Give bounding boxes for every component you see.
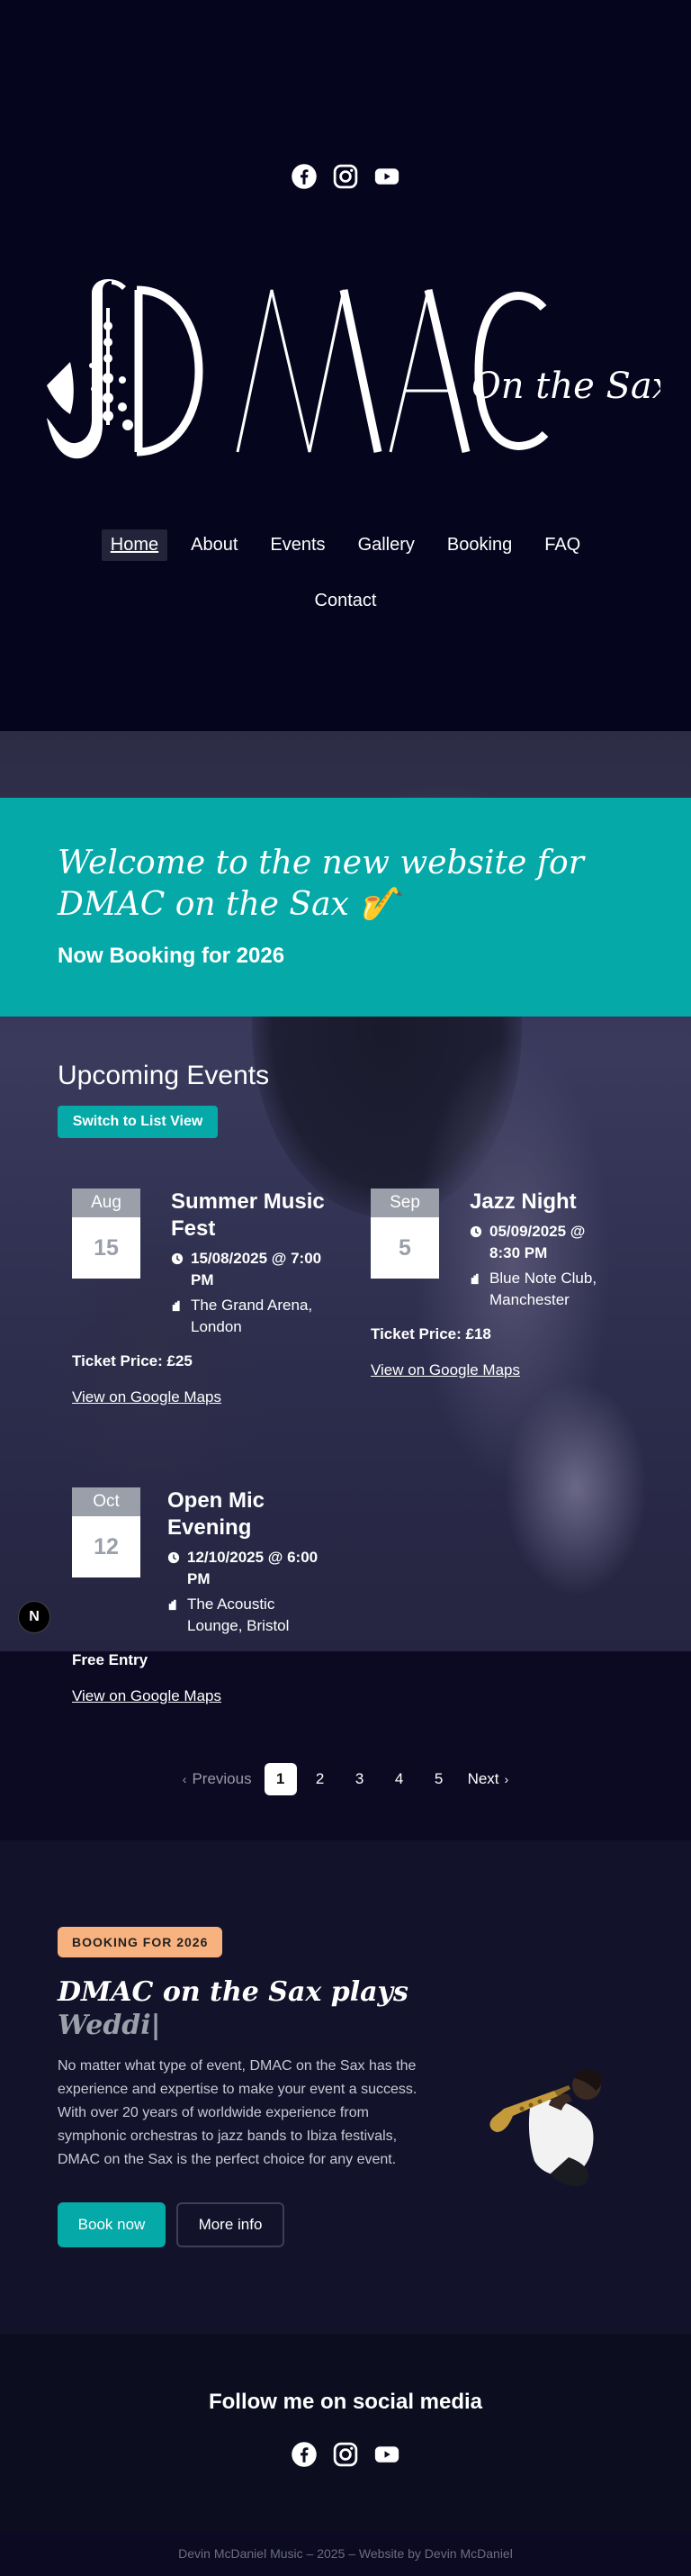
copyright-footer: Devin McDaniel Music – 2025 – Website by…	[0, 2532, 691, 2576]
footer-social-section: Follow me on social media	[0, 2334, 691, 2532]
saxophone-player-image	[489, 2068, 602, 2187]
event-day: 15	[94, 1235, 119, 1261]
google-maps-link[interactable]: View on Google Maps	[371, 1361, 520, 1379]
events-pagination: ‹ Previous 1 2 3 4 5 Next ›	[0, 1763, 691, 1795]
next-label: Next	[467, 1770, 499, 1787]
event-datetime: 12/10/2025 @ 6:00 PM	[187, 1549, 319, 1587]
header-social-links	[0, 162, 691, 191]
event-datetime-row: 05/09/2025 @ 8:30 PM	[470, 1221, 614, 1264]
events-heading: Upcoming Events	[58, 1061, 270, 1090]
event-month: Oct	[72, 1487, 140, 1516]
event-venue-row: The Acoustic Lounge, Bristol	[167, 1594, 329, 1637]
clock-icon	[470, 1225, 482, 1238]
event-venue: The Acoustic Lounge, Bristol	[187, 1595, 290, 1634]
pagination-previous[interactable]: ‹ Previous	[177, 1763, 257, 1795]
clock-icon	[171, 1252, 184, 1265]
youtube-icon[interactable]	[372, 162, 401, 191]
pagination-page-3[interactable]: 3	[344, 1763, 376, 1795]
event-date-box: Aug 15	[72, 1189, 140, 1279]
previous-label: Previous	[192, 1770, 252, 1787]
event-title: Open Mic Evening	[167, 1488, 265, 1540]
booking-description: No matter what type of event, DMAC on th…	[58, 2058, 417, 2167]
event-datetime-row: 15/08/2025 @ 7:00 PM	[171, 1248, 333, 1291]
pagination-page-1[interactable]: 1	[264, 1763, 297, 1795]
chevron-right-icon: ›	[504, 1772, 509, 1786]
event-datetime: 15/08/2025 @ 7:00 PM	[191, 1250, 322, 1288]
nav-about[interactable]: About	[182, 529, 247, 561]
google-maps-link[interactable]: View on Google Maps	[72, 1687, 221, 1705]
footer-social-links	[0, 2440, 691, 2469]
event-card: Sep 5 Jazz Night 05/09/2025 @ 8:30 PM Bl…	[371, 1189, 641, 1387]
clock-icon	[167, 1551, 180, 1564]
building-icon	[168, 1599, 176, 1611]
pagination-page-5[interactable]: 5	[423, 1763, 455, 1795]
booking-badge: BOOKING FOR 2026	[58, 1927, 223, 1957]
pagination-page-4[interactable]: 4	[383, 1763, 416, 1795]
nav-gallery[interactable]: Gallery	[349, 529, 424, 561]
nav-contact[interactable]: Contact	[306, 585, 386, 617]
more-info-button[interactable]: More info	[176, 2202, 284, 2247]
follow-heading: Follow me on social media	[208, 2390, 483, 2414]
event-venue-row: The Grand Arena, London	[171, 1295, 333, 1338]
event-day: 5	[399, 1235, 411, 1261]
booking-section: BOOKING FOR 2026 DMAC on the Sax plays W…	[0, 1840, 691, 2334]
event-card: Oct 12 Open Mic Evening 12/10/2025 @ 6:0…	[72, 1487, 342, 1713]
site-header: On the Sax Home About Events Gallery Boo…	[0, 0, 691, 731]
instagram-icon[interactable]	[331, 2440, 360, 2469]
event-date-box: Sep 5	[371, 1189, 439, 1279]
event-card: Aug 15 Summer Music Fest 15/08/2025 @ 7:…	[72, 1189, 342, 1414]
welcome-title: Welcome to the new website for DMAC on t…	[58, 845, 584, 923]
event-datetime: 05/09/2025 @ 8:30 PM	[489, 1223, 586, 1261]
event-venue: Blue Note Club, Manchester	[489, 1270, 597, 1308]
event-date-box: Oct 12	[72, 1487, 140, 1577]
welcome-banner: Welcome to the new website for DMAC on t…	[0, 798, 691, 1017]
instagram-icon[interactable]	[331, 162, 360, 191]
floating-n-badge[interactable]: N	[18, 1601, 50, 1633]
event-title: Jazz Night	[470, 1189, 577, 1214]
facebook-icon[interactable]	[290, 2440, 319, 2469]
event-datetime-row: 12/10/2025 @ 6:00 PM	[167, 1547, 329, 1590]
youtube-icon[interactable]	[372, 2440, 401, 2469]
dmac-logo[interactable]: On the Sax	[40, 272, 660, 479]
nav-events[interactable]: Events	[261, 529, 334, 561]
booking-heading: DMAC on the Sax plays	[58, 1976, 408, 2008]
nav-booking[interactable]: Booking	[438, 529, 521, 561]
pagination-next[interactable]: Next ›	[462, 1763, 515, 1795]
event-title: Summer Music Fest	[171, 1189, 325, 1241]
event-venue-row: Blue Note Club, Manchester	[470, 1268, 614, 1311]
pagination-page-2[interactable]: 2	[304, 1763, 337, 1795]
event-day: 12	[94, 1534, 119, 1559]
google-maps-link[interactable]: View on Google Maps	[72, 1388, 221, 1406]
main-nav: Home About Events Gallery Booking FAQ	[0, 529, 691, 561]
building-icon	[172, 1300, 180, 1312]
nav-home[interactable]: Home	[101, 529, 168, 561]
chevron-left-icon: ‹	[182, 1772, 187, 1786]
logo-tagline: On the Sax	[471, 366, 660, 407]
event-price: Ticket Price: £18	[371, 1325, 491, 1342]
book-now-button[interactable]: Book now	[58, 2202, 166, 2247]
event-month: Sep	[371, 1189, 439, 1217]
nav-faq[interactable]: FAQ	[535, 529, 589, 561]
welcome-subtitle: Now Booking for 2026	[58, 944, 285, 968]
switch-list-view-button[interactable]: Switch to List View	[58, 1106, 218, 1138]
event-price: Free Entry	[72, 1651, 148, 1668]
main-nav-row2: Contact	[0, 585, 691, 617]
event-venue: The Grand Arena, London	[191, 1297, 313, 1335]
booking-typed-text: Weddi|	[58, 2010, 161, 2041]
facebook-icon[interactable]	[290, 162, 319, 191]
event-price: Ticket Price: £25	[72, 1352, 193, 1369]
event-month: Aug	[72, 1189, 140, 1217]
building-icon	[471, 1273, 479, 1285]
